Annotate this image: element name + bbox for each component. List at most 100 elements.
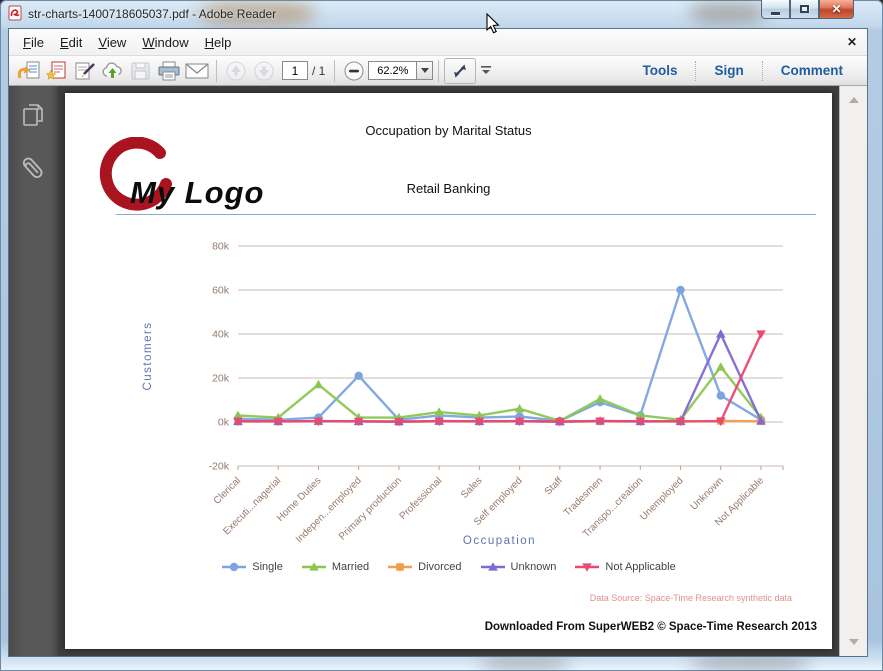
- next-page-button[interactable]: [250, 58, 278, 84]
- toolbar-more-button[interactable]: [476, 58, 496, 84]
- svg-text:Sales: Sales: [459, 475, 484, 500]
- toolbar-separator: [438, 59, 440, 82]
- svg-text:-20k: -20k: [209, 461, 230, 473]
- document-viewer: Occupation by Marital Status My Logo Ret…: [9, 86, 867, 656]
- restore-button[interactable]: [790, 0, 819, 19]
- cloud-upload-button[interactable]: [99, 58, 127, 84]
- page-number-input[interactable]: [282, 61, 308, 80]
- minimize-button[interactable]: [761, 0, 790, 19]
- svg-text:20k: 20k: [212, 373, 230, 385]
- close-document-icon[interactable]: ✕: [847, 35, 857, 49]
- logo: My Logo: [96, 136, 306, 217]
- svg-text:Customers: Customers: [142, 321, 154, 390]
- save-button[interactable]: [127, 58, 155, 84]
- legend-item: Married: [301, 561, 369, 573]
- chart-subtitle: Retail Banking: [406, 181, 491, 196]
- zoom-out-button[interactable]: [340, 58, 368, 84]
- svg-text:40k: 40k: [212, 329, 230, 341]
- page-up-icon: [226, 61, 246, 80]
- print-button[interactable]: [155, 58, 183, 84]
- paperclip-icon: [22, 157, 42, 179]
- restore-icon: [800, 5, 809, 13]
- fit-width-button[interactable]: [444, 57, 477, 84]
- open-file-icon: [17, 61, 40, 78]
- chart-title: Occupation by Marital Status: [365, 123, 532, 138]
- svg-text:Tradesmen: Tradesmen: [562, 475, 605, 518]
- toolbar: / 1 Tools Sign Comment: [9, 56, 867, 86]
- legend-marker-icon: [222, 562, 247, 572]
- close-button[interactable]: ✕: [819, 0, 854, 19]
- page-count-label: / 1: [312, 63, 326, 78]
- pdf-page: Occupation by Marital Status My Logo Ret…: [65, 93, 832, 649]
- comment-panel-button[interactable]: Comment: [763, 56, 861, 85]
- zoom-dropdown-button[interactable]: [416, 61, 434, 80]
- chart: 80k 60k 40k 20k 0k -20k Clerical Executi...nage…: [135, 233, 795, 573]
- chart-svg: 80k60k40k20k0k-20kClericalExecuti...nage…: [142, 241, 784, 547]
- download-footer: Downloaded From SuperWEB2 © Space-Time R…: [484, 621, 817, 633]
- svg-text:Unknown: Unknown: [689, 475, 726, 512]
- legend-item: Single: [221, 561, 283, 573]
- titlebar[interactable]: str-charts-1400718605037.pdf - Adobe Rea…: [0, 0, 883, 28]
- scroll-up-button[interactable]: [840, 88, 867, 112]
- menu-view[interactable]: View: [90, 31, 134, 54]
- aero-glass-blob: [480, 659, 570, 669]
- scroll-up-icon: [848, 97, 859, 103]
- legend-label: Divorced: [418, 561, 462, 573]
- legend-item: Unknown: [480, 561, 557, 573]
- menu-file[interactable]: File: [15, 31, 52, 54]
- vertical-scrollbar[interactable]: [839, 86, 867, 656]
- toolbar-separator: [216, 59, 217, 82]
- data-source-note: Data Source: Space-Time Research synthet…: [589, 593, 792, 603]
- adobe-reader-app-icon: [7, 5, 23, 26]
- svg-text:Occupation: Occupation: [463, 535, 536, 547]
- tools-panel-button[interactable]: Tools: [624, 56, 695, 85]
- legend-marker-icon: [388, 563, 413, 571]
- menu-window[interactable]: Window: [134, 31, 196, 54]
- adobe-reader-window: str-charts-1400718605037.pdf - Adobe Rea…: [0, 0, 883, 671]
- legend-marker-icon: [575, 563, 600, 572]
- menu-help[interactable]: Help: [197, 31, 240, 54]
- scroll-down-button[interactable]: [840, 630, 867, 654]
- email-icon: [185, 62, 209, 78]
- menubar: File Edit View Window Help ✕: [9, 29, 867, 56]
- window-title: str-charts-1400718605037.pdf - Adobe Rea…: [28, 7, 277, 21]
- create-pdf-icon: [45, 61, 66, 80]
- sign-pen-icon: [75, 62, 95, 79]
- create-pdf-button[interactable]: [43, 58, 71, 84]
- chevron-more-icon: [481, 65, 492, 74]
- toolbar-panels: Tools Sign Comment: [624, 56, 861, 85]
- header-divider: [116, 214, 816, 215]
- legend-item: Not Applicable: [574, 561, 676, 573]
- menu-edit[interactable]: Edit: [52, 31, 90, 54]
- aero-glass-blob: [690, 659, 810, 669]
- legend-label: Single: [252, 561, 283, 573]
- svg-text:60k: 60k: [212, 285, 230, 297]
- minimize-icon: [771, 11, 780, 15]
- legend-label: Unknown: [510, 561, 557, 573]
- page-thumbnails-button[interactable]: [18, 100, 50, 132]
- document-canvas[interactable]: Occupation by Marital Status My Logo Ret…: [58, 86, 839, 656]
- zoom-level-input[interactable]: [368, 61, 417, 80]
- sign-panel-button[interactable]: Sign: [696, 56, 761, 85]
- svg-text:Unemployed: Unemployed: [638, 475, 685, 522]
- svg-text:80k: 80k: [212, 241, 230, 253]
- svg-text:Professional: Professional: [398, 475, 445, 522]
- svg-text:0k: 0k: [218, 417, 230, 429]
- open-file-button[interactable]: [15, 58, 43, 84]
- resize-arrows-icon: [454, 64, 467, 77]
- zoom-out-icon: [344, 61, 364, 80]
- save-icon: [131, 62, 150, 79]
- legend-label: Not Applicable: [605, 561, 676, 573]
- legend-marker-icon: [301, 562, 326, 571]
- page-down-icon: [254, 61, 274, 80]
- toolbar-separator: [334, 59, 336, 82]
- chevron-down-icon: [420, 68, 429, 73]
- svg-text:Clerical: Clerical: [212, 475, 243, 506]
- previous-page-button[interactable]: [222, 58, 250, 84]
- sign-document-button[interactable]: [71, 58, 99, 84]
- attachments-button[interactable]: [18, 154, 50, 186]
- pages-icon: [22, 104, 43, 126]
- email-button[interactable]: [183, 58, 211, 84]
- svg-text:Staff: Staff: [543, 475, 565, 497]
- legend-label: Married: [331, 561, 370, 573]
